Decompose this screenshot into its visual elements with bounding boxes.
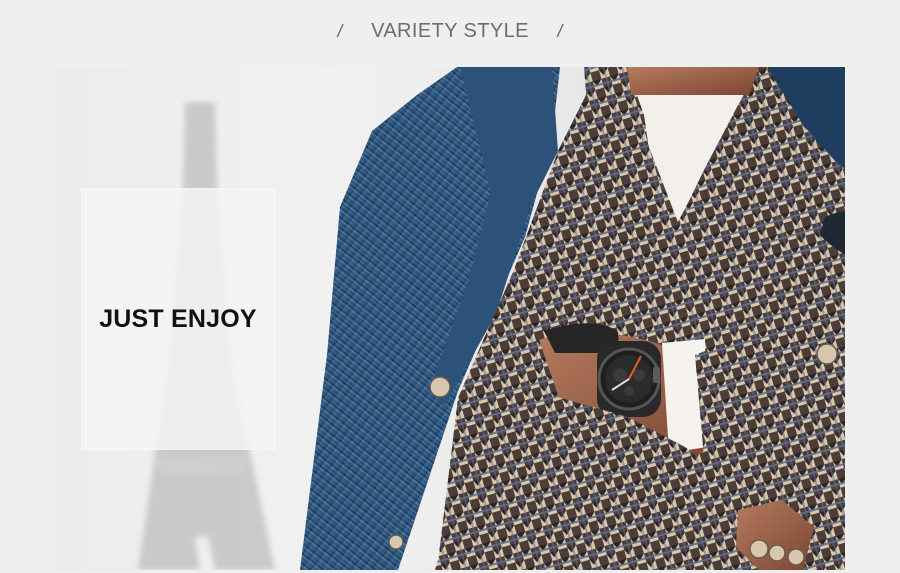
left-slash-divider: /	[335, 20, 345, 41]
hero-image: JUST ENJOY	[55, 67, 845, 570]
right-slash-divider: /	[555, 20, 565, 41]
product-style-banner: / VARIETY STYLE / JUST ENJOY	[0, 0, 900, 573]
section-title: VARIETY STYLE	[371, 19, 529, 42]
neck-skin	[627, 67, 759, 95]
overlay-text-card: JUST ENJOY	[81, 188, 275, 450]
watch	[597, 341, 661, 417]
section-header: / VARIETY STYLE /	[0, 0, 900, 62]
overlay-text: JUST ENJOY	[99, 304, 257, 333]
